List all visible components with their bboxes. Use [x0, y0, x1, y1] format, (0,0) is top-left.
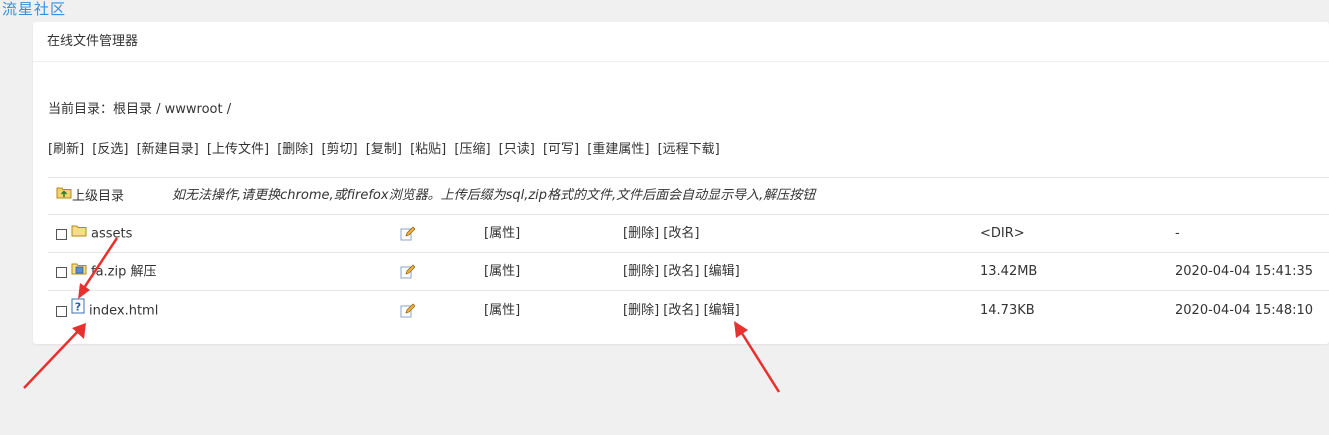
rename-link[interactable]: [改名]	[663, 264, 699, 279]
file-row: ? index.html [属性] [删除] [改名] [编辑] 14.73KB…	[48, 292, 1329, 330]
copy-button[interactable]: [复制]	[366, 142, 402, 157]
row-checkbox[interactable]	[56, 228, 67, 240]
panel-title: 在线文件管理器	[33, 22, 1329, 62]
current-directory: 当前目录：根目录 / wwwroot /	[48, 102, 232, 117]
folder-up-icon	[56, 177, 72, 215]
file-name-cell: fa.zip 解压	[56, 253, 157, 291]
delete-link[interactable]: [删除]	[623, 303, 659, 318]
file-size: 14.73KB	[980, 303, 1035, 318]
remote-download-button[interactable]: [远程下载]	[658, 142, 720, 157]
browser-notice: 如无法操作,请更换chrome,或firefox浏览器。上传后缀为sql,zip…	[172, 188, 816, 203]
compress-button[interactable]: [压缩]	[454, 142, 490, 157]
file-name-link[interactable]: fa.zip 解压	[91, 265, 157, 280]
svg-text:?: ?	[75, 301, 81, 314]
row-checkbox[interactable]	[56, 266, 67, 278]
file-name-link[interactable]: index.html	[89, 304, 158, 319]
delete-link[interactable]: [删除]	[623, 264, 659, 279]
rename-link[interactable]: [改名]	[663, 226, 699, 241]
upload-file-button[interactable]: [上传文件]	[207, 142, 269, 157]
file-modified-time: 2020-04-04 15:48:10	[1175, 303, 1314, 318]
file-size: <DIR>	[980, 226, 1025, 241]
rebuild-attributes-button[interactable]: [重建属性]	[587, 142, 649, 157]
row-checkbox[interactable]	[56, 305, 67, 317]
action-toolbar: [刷新] [反选] [新建目录] [上传文件] [删除] [剪切] [复制] […	[48, 138, 724, 157]
file-manager-panel: 在线文件管理器 当前目录：根目录 / wwwroot / [刷新] [反选] […	[33, 22, 1329, 344]
edit-pencil-icon[interactable]	[400, 253, 416, 291]
file-name-cell: ? index.html	[56, 292, 158, 330]
properties-link[interactable]: [属性]	[484, 264, 520, 279]
file-row: assets [属性] [删除] [改名] <DIR> -	[48, 215, 1329, 253]
cut-button[interactable]: [剪切]	[321, 142, 357, 157]
edit-link[interactable]: [编辑]	[704, 264, 740, 279]
properties-link[interactable]: [属性]	[484, 303, 520, 318]
parent-directory-row: 上级目录 如无法操作,请更换chrome,或firefox浏览器。上传后缀为sq…	[48, 177, 1329, 215]
file-name-cell: assets	[56, 215, 132, 253]
edit-link[interactable]: [编辑]	[704, 303, 740, 318]
zip-icon	[71, 253, 87, 291]
file-size: 13.42MB	[980, 264, 1038, 279]
new-folder-button[interactable]: [新建目录]	[137, 142, 199, 157]
parent-directory-link[interactable]: 上级目录	[56, 177, 124, 215]
parent-directory-label: 上级目录	[72, 188, 125, 204]
refresh-button[interactable]: [刷新]	[48, 142, 84, 157]
file-row: fa.zip 解压 [属性] [删除] [改名] [编辑] 13.42MB 20…	[48, 253, 1329, 291]
readonly-button[interactable]: [只读]	[499, 142, 535, 157]
rename-link[interactable]: [改名]	[663, 303, 699, 318]
edit-pencil-icon[interactable]	[400, 292, 416, 330]
unknown-file-icon: ?	[71, 292, 85, 330]
divider	[48, 290, 1329, 291]
folder-icon	[71, 215, 87, 253]
delete-button[interactable]: [删除]	[277, 142, 313, 157]
file-modified-time: 2020-04-04 15:41:35	[1175, 264, 1314, 279]
writable-button[interactable]: [可写]	[543, 142, 579, 157]
file-name-link[interactable]: assets	[91, 227, 132, 242]
file-modified-time: -	[1175, 226, 1180, 241]
edit-pencil-icon[interactable]	[400, 215, 416, 253]
delete-link[interactable]: [删除]	[623, 226, 659, 241]
paste-button[interactable]: [粘贴]	[410, 142, 446, 157]
invert-selection-button[interactable]: [反选]	[92, 142, 128, 157]
watermark-text: 流星社区	[2, 0, 67, 18]
properties-link[interactable]: [属性]	[484, 226, 520, 241]
